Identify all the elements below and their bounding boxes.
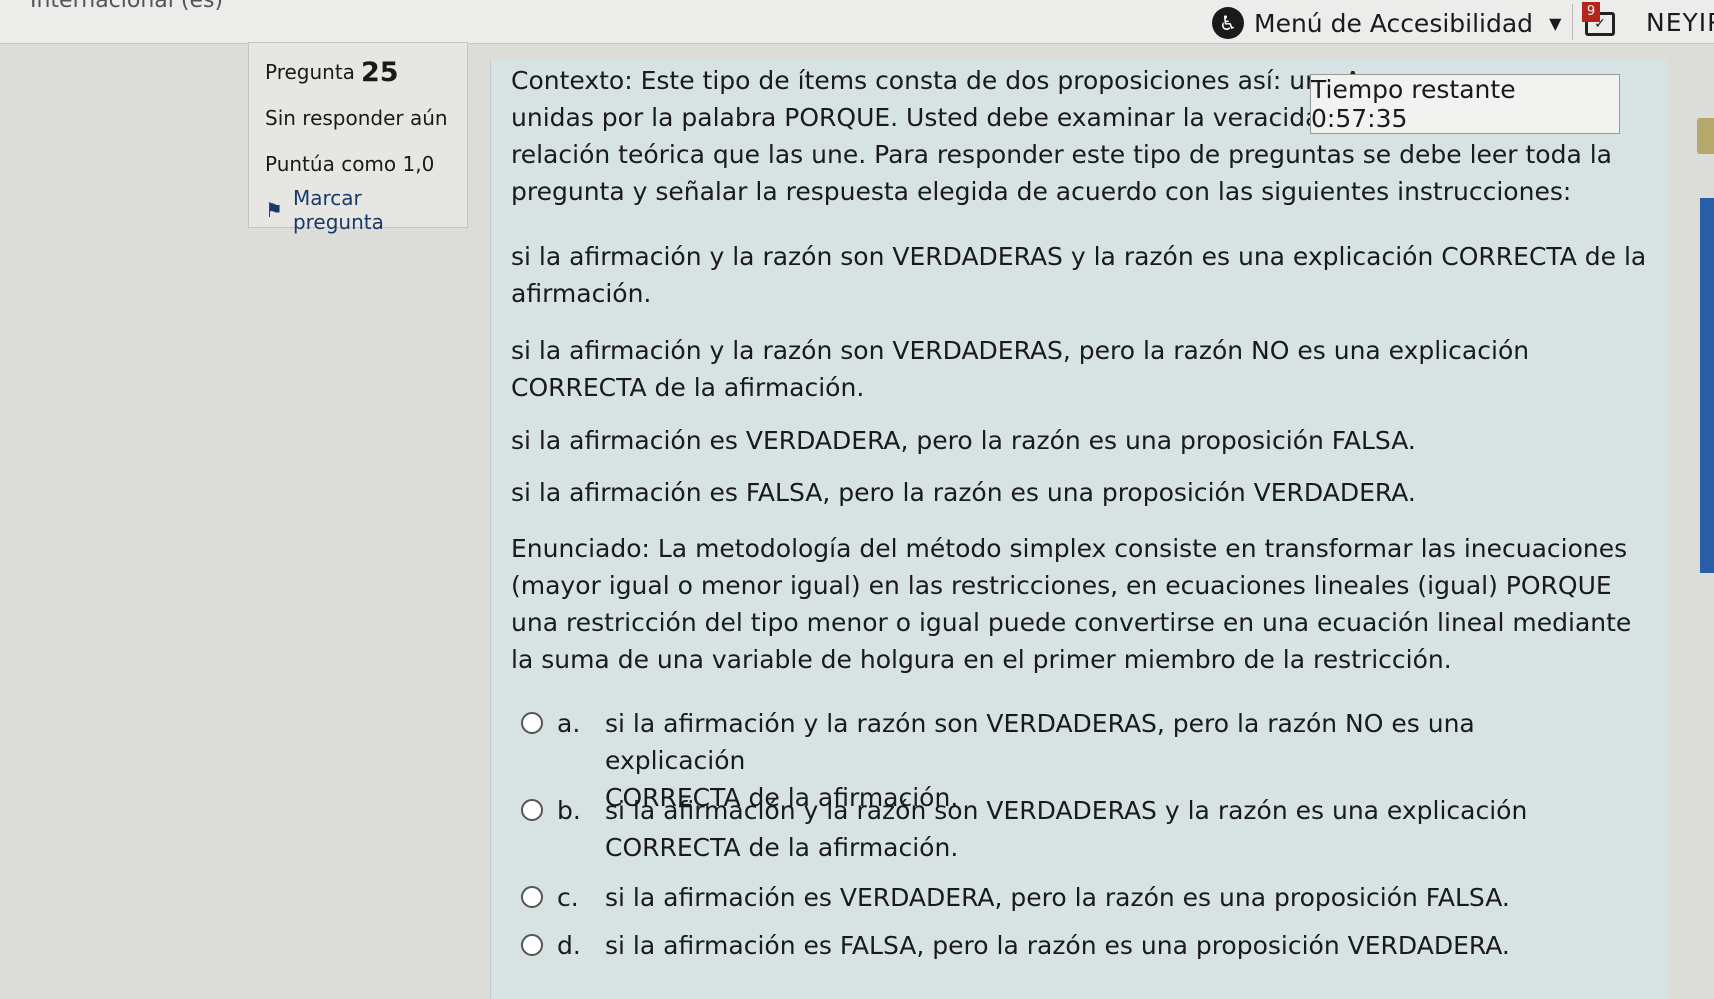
option-d[interactable]: d. si la afirmación es FALSA, pero la ra… [521, 927, 1565, 964]
flag-icon: ⚑ [265, 198, 283, 222]
user-menu[interactable]: NEYIR [1646, 8, 1714, 37]
instruction-2: si la afirmación y la razón son VERDADER… [511, 336, 1530, 402]
time-remaining-box: Tiempo restante 0:57:35 [1310, 74, 1620, 134]
flag-question-link[interactable]: ⚑ Marcar pregunta [265, 186, 451, 234]
instruction-3: si la afirmación es VERDADERA, pero la r… [511, 426, 1416, 455]
accessibility-icon: ♿ [1212, 7, 1244, 39]
radio-button[interactable] [521, 799, 543, 821]
option-letter: c. [557, 883, 579, 912]
option-letter: b. [557, 796, 581, 825]
question-score: Puntúa como 1,0 [265, 152, 435, 176]
radio-button[interactable] [521, 712, 543, 734]
context-line: pregunta y señalar la respuesta elegida … [511, 177, 1572, 206]
statement-text: Enunciado: La metodología del método sim… [511, 530, 1631, 678]
question-content: Contexto: Este tipo de ítems consta de d… [490, 60, 1668, 999]
option-letter: d. [557, 931, 581, 960]
statement-line: (mayor igual o menor igual) en las restr… [511, 571, 1612, 600]
side-panel-icon[interactable] [1697, 118, 1714, 154]
accessibility-menu-label: Menú de Accesibilidad [1254, 8, 1534, 38]
option-b[interactable]: b. si la afirmación y la razón son VERDA… [521, 792, 1565, 866]
instruction-4: si la afirmación es FALSA, pero la razón… [511, 478, 1416, 507]
instruction-1: si la afirmación y la razón son VERDADER… [511, 242, 1647, 308]
statement-line: una restricción del tipo menor o igual p… [511, 608, 1632, 637]
question-number-value: 25 [360, 56, 399, 88]
question-label: Pregunta [265, 60, 355, 84]
divider [1572, 4, 1573, 40]
statement-line: la suma de una variable de holgura en el… [511, 645, 1452, 674]
chevron-down-icon: ▼ [1549, 13, 1562, 33]
language-selector[interactable]: Internacional (es) [30, 0, 223, 13]
context-line: relación teórica que las une. Para respo… [511, 140, 1613, 169]
radio-button[interactable] [521, 934, 543, 956]
question-status: Sin responder aún [265, 106, 448, 130]
accessibility-menu-button[interactable]: ♿ Menú de Accesibilidad ▼ [1212, 6, 1561, 40]
notification-badge: 9 [1582, 2, 1600, 22]
option-c[interactable]: c. si la afirmación es VERDADERA, pero l… [521, 879, 1565, 916]
radio-button[interactable] [521, 886, 543, 908]
flag-question-label: Marcar pregunta [292, 186, 384, 234]
side-navigation-tab[interactable] [1700, 198, 1714, 573]
statement-line: Enunciado: La metodología del método sim… [511, 534, 1628, 563]
top-bar: Internacional (es) ♿ Menú de Accesibilid… [0, 0, 1714, 44]
question-info-panel: Pregunta 25 Sin responder aún Puntúa com… [248, 42, 468, 234]
question-number: Pregunta 25 [265, 49, 451, 95]
